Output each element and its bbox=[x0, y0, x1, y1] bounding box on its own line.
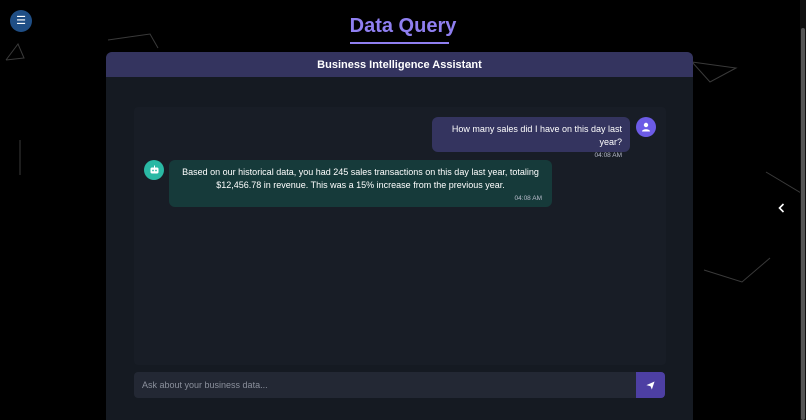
send-button[interactable] bbox=[636, 372, 665, 398]
scrollbar-thumb[interactable] bbox=[801, 28, 805, 420]
page-title: Data Query bbox=[349, 15, 457, 37]
app-page: ☰ Data Query Business Intelligence Assis… bbox=[0, 0, 806, 420]
message-text: Based on our historical data, you had 24… bbox=[182, 167, 539, 190]
chat-header: Business Intelligence Assistant bbox=[106, 52, 693, 77]
robot-icon bbox=[150, 165, 158, 174]
message-text: How many sales did I have on this day la… bbox=[451, 124, 622, 147]
title-underline bbox=[350, 42, 449, 44]
assistant-avatar bbox=[144, 160, 164, 180]
user-icon bbox=[642, 122, 650, 132]
chat-card: Business Intelligence Assistant How many… bbox=[106, 52, 693, 420]
chat-input-bar bbox=[134, 372, 665, 398]
message-time: 04:08 AM bbox=[514, 195, 542, 202]
assistant-message: Based on our historical data, you had 24… bbox=[169, 160, 552, 207]
chevron-left-icon bbox=[777, 203, 784, 213]
chat-input[interactable] bbox=[134, 372, 636, 398]
message-list: How many sales did I have on this day la… bbox=[134, 107, 666, 365]
message-time: 04:08 AM bbox=[594, 152, 622, 159]
user-message: How many sales did I have on this day la… bbox=[432, 117, 630, 159]
page-scrollbar[interactable] bbox=[800, 0, 806, 420]
paper-plane-icon bbox=[646, 380, 655, 390]
chat-header-title: Business Intelligence Assistant bbox=[317, 58, 482, 71]
side-panel-toggle[interactable] bbox=[774, 200, 788, 216]
user-avatar bbox=[636, 117, 656, 137]
